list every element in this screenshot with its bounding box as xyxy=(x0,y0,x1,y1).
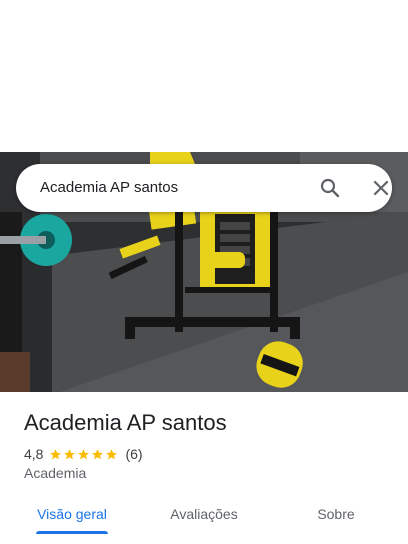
place-category: Academia xyxy=(24,465,87,481)
star-rating xyxy=(49,448,119,461)
place-info-panel: Academia AP santos 4,8 (6) Academia Visã… xyxy=(0,392,408,544)
tab-overview[interactable]: Visão geral xyxy=(24,500,120,544)
star-icon xyxy=(50,448,62,459)
star-icon xyxy=(92,448,104,459)
star-icon xyxy=(78,448,90,459)
star-icon xyxy=(64,448,76,459)
rating-row[interactable]: 4,8 (6) xyxy=(24,445,143,463)
place-tabs: Visão geral Avaliações Sobre xyxy=(0,500,408,544)
tab-about[interactable]: Sobre xyxy=(288,500,384,544)
close-icon[interactable] xyxy=(369,176,393,200)
rating-value: 4,8 xyxy=(24,446,44,462)
tab-reviews[interactable]: Avaliações xyxy=(156,500,252,544)
star-icon xyxy=(106,448,118,459)
search-bar[interactable]: Academia AP santos xyxy=(16,164,392,212)
blank-map-area xyxy=(0,0,408,152)
place-title: Academia AP santos xyxy=(24,410,227,435)
review-count[interactable]: (6) xyxy=(125,446,142,462)
search-icon[interactable] xyxy=(318,176,342,200)
search-input[interactable]: Academia AP santos xyxy=(40,164,178,212)
active-tab-indicator xyxy=(36,531,108,534)
